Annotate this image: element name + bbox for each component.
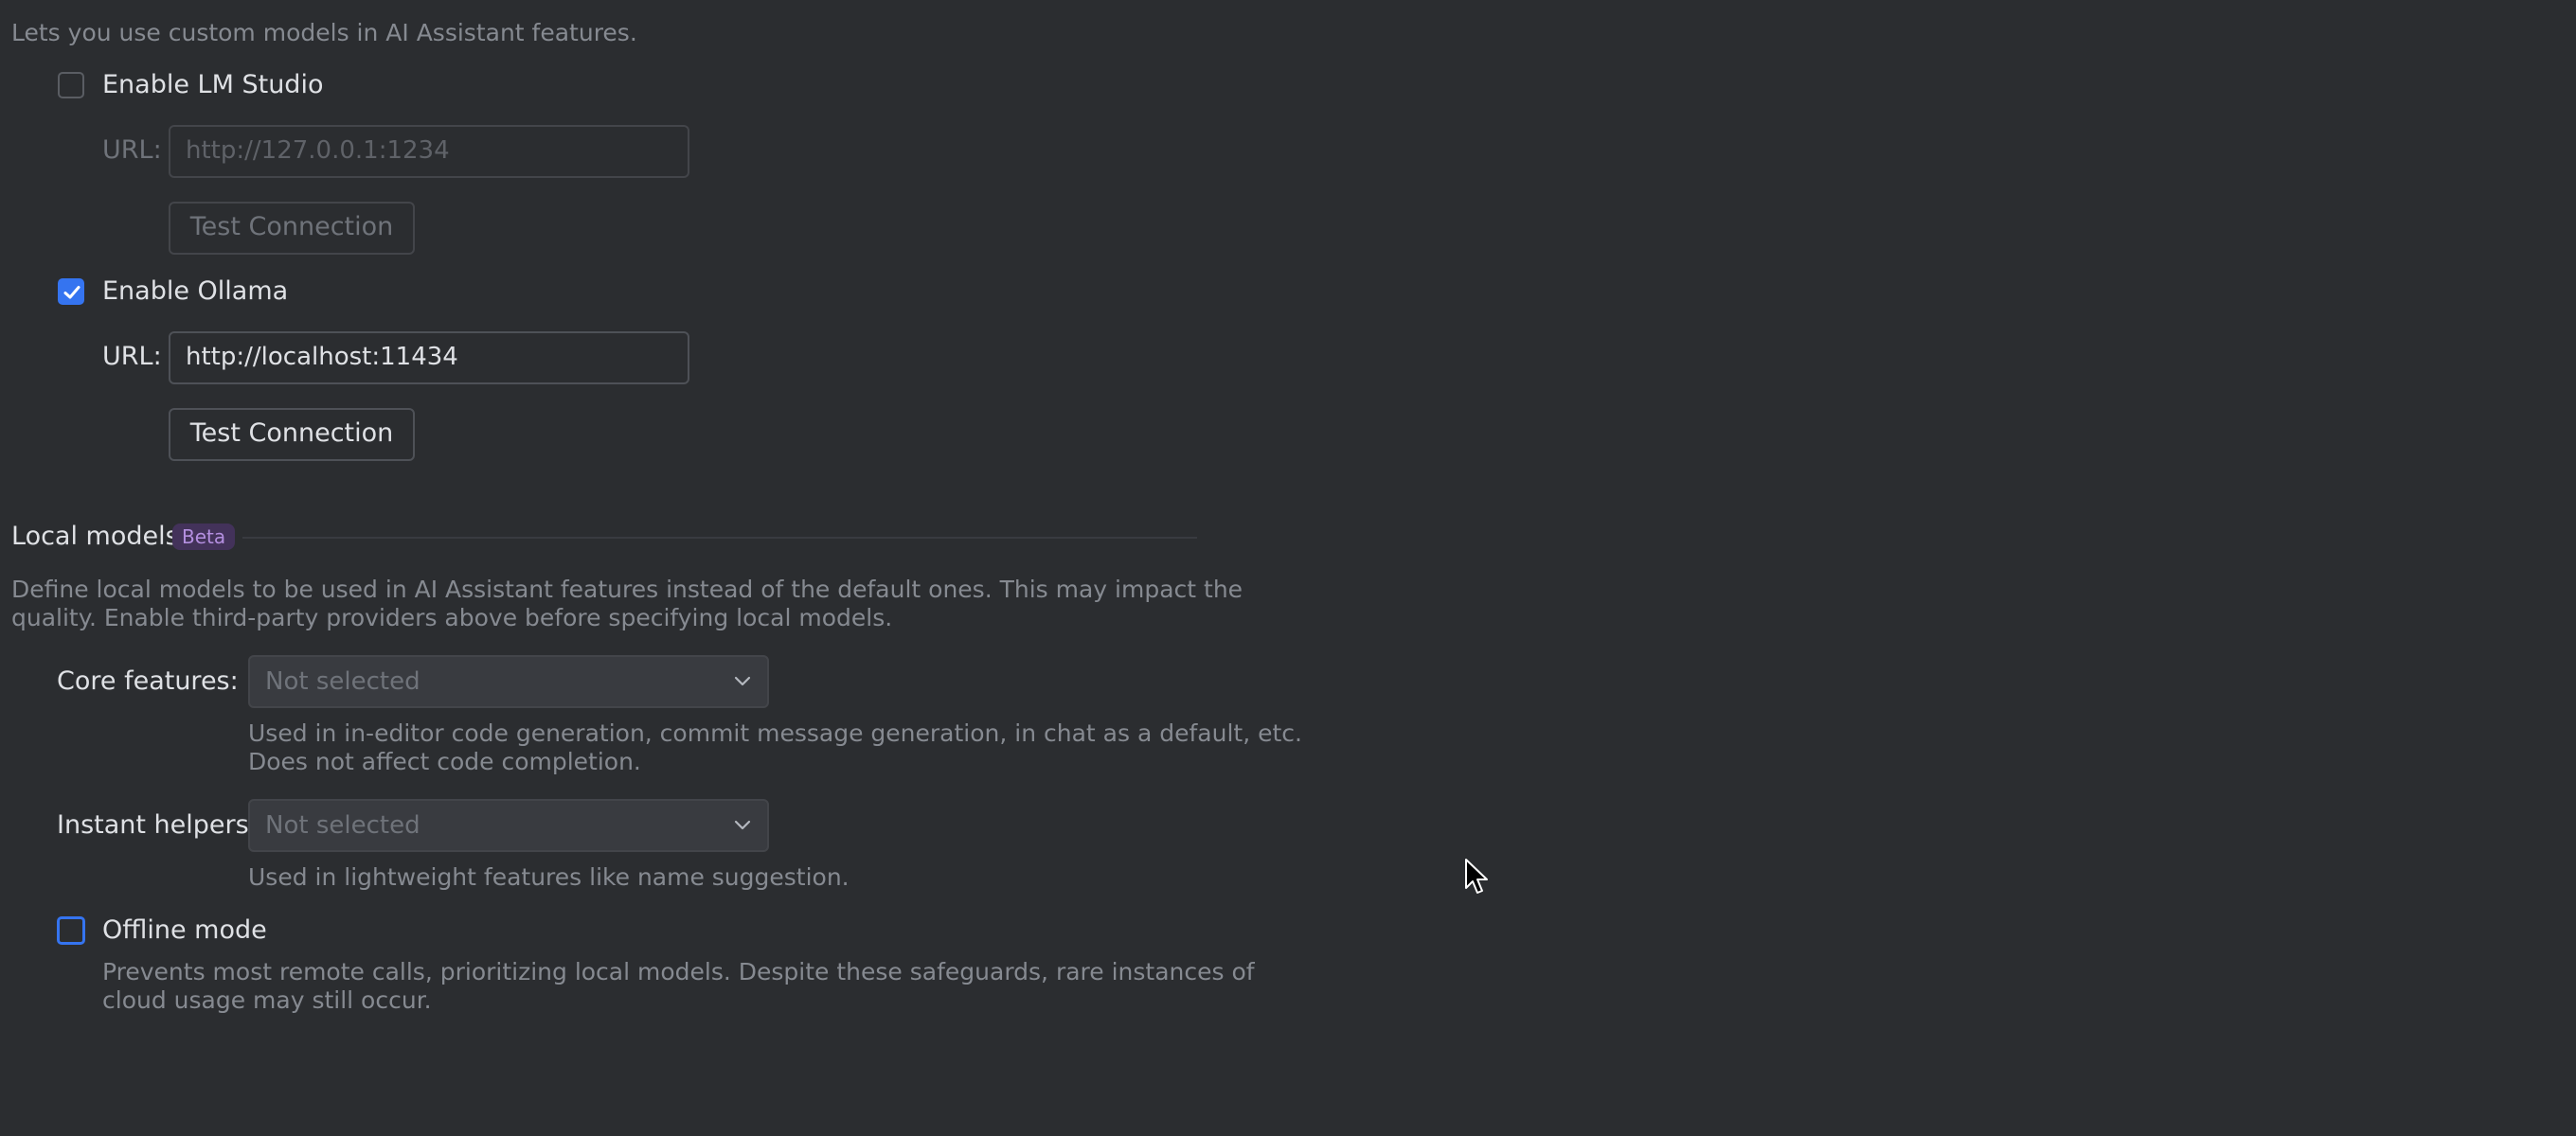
core-features-selected: Not selected [265, 667, 420, 696]
chevron-down-icon [734, 676, 751, 686]
local-models-title: Local models [11, 522, 179, 551]
core-features-help-line2: Does not affect code completion. [248, 748, 641, 775]
core-features-label: Core features: [57, 666, 239, 696]
instant-helpers-help-line1: Used in lightweight features like name s… [248, 863, 850, 891]
core-features-dropdown[interactable]: Not selected [248, 655, 769, 708]
enable-ollama-label: Enable Ollama [102, 276, 289, 306]
beta-badge: Beta [172, 524, 236, 550]
mouse-cursor-icon [1465, 859, 1488, 894]
checkmark-icon [63, 286, 80, 299]
offline-mode-checkbox[interactable] [57, 916, 85, 945]
enable-ollama-checkbox[interactable] [58, 278, 84, 305]
ollama-test-connection-button[interactable]: Test Connection [169, 408, 415, 461]
chevron-down-icon [734, 820, 751, 830]
offline-mode-help-line1: Prevents most remote calls, prioritizing… [102, 958, 1255, 985]
instant-helpers-dropdown[interactable]: Not selected [248, 799, 769, 852]
intro-text: Lets you use custom models in AI Assista… [11, 19, 637, 46]
core-features-help-line1: Used in in-editor code generation, commi… [248, 719, 1302, 747]
local-models-description-line2: quality. Enable third-party providers ab… [11, 604, 893, 631]
enable-lm-studio-checkbox[interactable] [58, 72, 84, 98]
offline-mode-help-line2: cloud usage may still occur. [102, 986, 432, 1014]
lm-studio-url-label: URL: [102, 135, 162, 165]
instant-helpers-selected: Not selected [265, 811, 420, 840]
ollama-url-label: URL: [102, 342, 162, 371]
offline-mode-label: Offline mode [102, 915, 267, 945]
ollama-url-input[interactable]: http://localhost:11434 [169, 331, 689, 384]
local-models-description-line1: Define local models to be used in AI Ass… [11, 576, 1243, 603]
lm-studio-test-connection-button[interactable]: Test Connection [169, 202, 415, 255]
enable-lm-studio-label: Enable LM Studio [102, 70, 324, 99]
section-divider [242, 537, 1197, 539]
lm-studio-url-input[interactable]: http://127.0.0.1:1234 [169, 125, 689, 178]
settings-panel: Lets you use custom models in AI Assista… [0, 0, 2576, 1136]
instant-helpers-label: Instant helpers: [57, 810, 258, 840]
